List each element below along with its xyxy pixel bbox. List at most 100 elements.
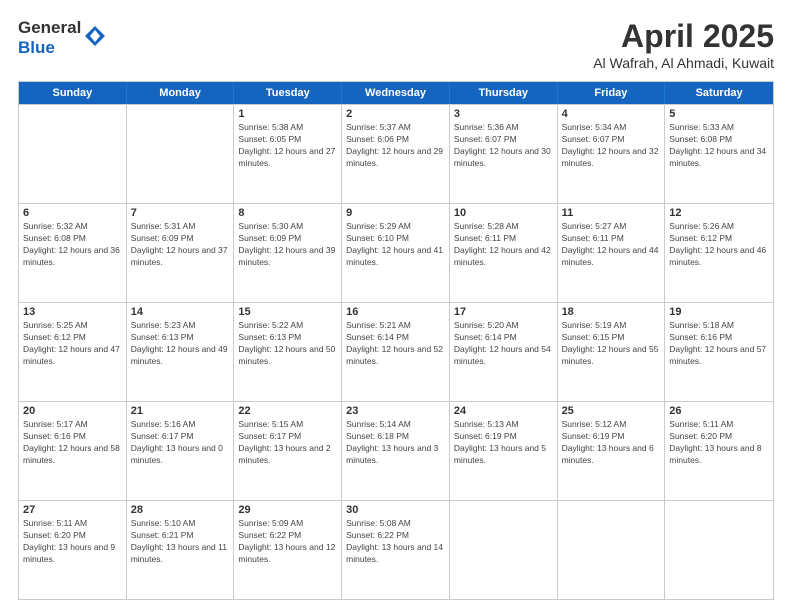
cell-day-number: 10 bbox=[454, 207, 553, 219]
calendar-cell: 10 Sunrise: 5:28 AM Sunset: 6:11 PM Dayli… bbox=[450, 204, 558, 302]
calendar-cell: 22 Sunrise: 5:15 AM Sunset: 6:17 PM Dayli… bbox=[234, 402, 342, 500]
cell-day-number: 22 bbox=[238, 405, 337, 417]
calendar-cell bbox=[665, 501, 773, 599]
calendar-cell: 18Sunrise: 5:19 AM Sunset: 6:15 PM Dayli… bbox=[558, 303, 666, 401]
calendar-cell: 12 Sunrise: 5:26 AM Sunset: 6:12 PM Dayli… bbox=[665, 204, 773, 302]
cell-day-number: 13 bbox=[23, 306, 122, 318]
calendar-cell bbox=[450, 501, 558, 599]
cell-info: Sunrise: 5:31 AM Sunset: 6:09 PM Dayligh… bbox=[131, 221, 230, 269]
cell-day-number: 6 bbox=[23, 207, 122, 219]
calendar-row-1: 1 Sunrise: 5:38 AM Sunset: 6:05 PM Daylig… bbox=[19, 104, 773, 203]
cell-info: Sunrise: 5:21 AM Sunset: 6:14 PM Dayligh… bbox=[346, 320, 445, 368]
cell-day-number: 9 bbox=[346, 207, 445, 219]
cell-info: Sunrise: 5:34 AM Sunset: 6:07 PM Dayligh… bbox=[562, 122, 661, 170]
calendar-cell: 1 Sunrise: 5:38 AM Sunset: 6:05 PM Daylig… bbox=[234, 105, 342, 203]
calendar-subtitle: Al Wafrah, Al Ahmadi, Kuwait bbox=[593, 55, 774, 71]
calendar-cell: 9 Sunrise: 5:29 AM Sunset: 6:10 PM Daylig… bbox=[342, 204, 450, 302]
calendar-cell: 3 Sunrise: 5:36 AM Sunset: 6:07 PM Daylig… bbox=[450, 105, 558, 203]
cell-info: Sunrise: 5:27 AM Sunset: 6:11 PM Dayligh… bbox=[562, 221, 661, 269]
cell-day-number: 29 bbox=[238, 504, 337, 516]
cell-day-number: 24 bbox=[454, 405, 553, 417]
calendar-cell: 5 Sunrise: 5:33 AM Sunset: 6:08 PM Daylig… bbox=[665, 105, 773, 203]
header-cell-friday: Friday bbox=[558, 82, 666, 104]
cell-info: Sunrise: 5:15 AM Sunset: 6:17 PM Dayligh… bbox=[238, 419, 337, 467]
cell-day-number: 23 bbox=[346, 405, 445, 417]
cell-day-number: 11 bbox=[562, 207, 661, 219]
calendar-row-3: 13 Sunrise: 5:25 AM Sunset: 6:12 PM Dayli… bbox=[19, 302, 773, 401]
cell-day-number: 1 bbox=[238, 108, 337, 120]
logo-general: General bbox=[18, 18, 81, 38]
calendar-cell: 19 Sunrise: 5:18 AM Sunset: 6:16 PM Dayli… bbox=[665, 303, 773, 401]
cell-info: Sunrise: 5:08 AM Sunset: 6:22 PM Dayligh… bbox=[346, 518, 445, 566]
cell-info: Sunrise: 5:37 AM Sunset: 6:06 PM Dayligh… bbox=[346, 122, 445, 170]
calendar-row-2: 6 Sunrise: 5:32 AM Sunset: 6:08 PM Daylig… bbox=[19, 203, 773, 302]
cell-day-number: 7 bbox=[131, 207, 230, 219]
cell-day-number: 17 bbox=[454, 306, 553, 318]
header-cell-sunday: Sunday bbox=[19, 82, 127, 104]
cell-info: Sunrise: 5:26 AM Sunset: 6:12 PM Dayligh… bbox=[669, 221, 769, 269]
header-cell-tuesday: Tuesday bbox=[234, 82, 342, 104]
cell-info: Sunrise: 5:16 AM Sunset: 6:17 PM Dayligh… bbox=[131, 419, 230, 467]
header-cell-thursday: Thursday bbox=[450, 82, 558, 104]
calendar-cell: 25 Sunrise: 5:12 AM Sunset: 6:19 PM Dayli… bbox=[558, 402, 666, 500]
calendar-cell: 13 Sunrise: 5:25 AM Sunset: 6:12 PM Dayli… bbox=[19, 303, 127, 401]
cell-info: Sunrise: 5:25 AM Sunset: 6:12 PM Dayligh… bbox=[23, 320, 122, 368]
cell-info: Sunrise: 5:12 AM Sunset: 6:19 PM Dayligh… bbox=[562, 419, 661, 467]
cell-info: Sunrise: 5:32 AM Sunset: 6:08 PM Dayligh… bbox=[23, 221, 122, 269]
cell-info: Sunrise: 5:09 AM Sunset: 6:22 PM Dayligh… bbox=[238, 518, 337, 566]
calendar-row-5: 27Sunrise: 5:11 AM Sunset: 6:20 PM Dayli… bbox=[19, 500, 773, 599]
calendar-header-row: SundayMondayTuesdayWednesdayThursdayFrid… bbox=[19, 82, 773, 104]
calendar-cell: 8Sunrise: 5:30 AM Sunset: 6:09 PM Daylig… bbox=[234, 204, 342, 302]
cell-day-number: 5 bbox=[669, 108, 769, 120]
cell-day-number: 25 bbox=[562, 405, 661, 417]
calendar-body: 1 Sunrise: 5:38 AM Sunset: 6:05 PM Daylig… bbox=[19, 104, 773, 599]
cell-day-number: 19 bbox=[669, 306, 769, 318]
cell-info: Sunrise: 5:22 AM Sunset: 6:13 PM Dayligh… bbox=[238, 320, 337, 368]
calendar-cell: 15 Sunrise: 5:22 AM Sunset: 6:13 PM Dayli… bbox=[234, 303, 342, 401]
cell-day-number: 28 bbox=[131, 504, 230, 516]
cell-info: Sunrise: 5:13 AM Sunset: 6:19 PM Dayligh… bbox=[454, 419, 553, 467]
cell-day-number: 2 bbox=[346, 108, 445, 120]
cell-day-number: 12 bbox=[669, 207, 769, 219]
calendar-row-4: 20Sunrise: 5:17 AM Sunset: 6:16 PM Dayli… bbox=[19, 401, 773, 500]
calendar-cell: 14Sunrise: 5:23 AM Sunset: 6:13 PM Dayli… bbox=[127, 303, 235, 401]
cell-day-number: 15 bbox=[238, 306, 337, 318]
cell-info: Sunrise: 5:38 AM Sunset: 6:05 PM Dayligh… bbox=[238, 122, 337, 170]
cell-info: Sunrise: 5:30 AM Sunset: 6:09 PM Dayligh… bbox=[238, 221, 337, 269]
calendar-cell: 4 Sunrise: 5:34 AM Sunset: 6:07 PM Daylig… bbox=[558, 105, 666, 203]
cell-info: Sunrise: 5:29 AM Sunset: 6:10 PM Dayligh… bbox=[346, 221, 445, 269]
calendar-cell: 30Sunrise: 5:08 AM Sunset: 6:22 PM Dayli… bbox=[342, 501, 450, 599]
cell-day-number: 27 bbox=[23, 504, 122, 516]
header-cell-monday: Monday bbox=[127, 82, 235, 104]
cell-info: Sunrise: 5:10 AM Sunset: 6:21 PM Dayligh… bbox=[131, 518, 230, 566]
cell-day-number: 18 bbox=[562, 306, 661, 318]
logo-blue: Blue bbox=[18, 38, 81, 58]
header-cell-saturday: Saturday bbox=[665, 82, 773, 104]
calendar-cell: 21 Sunrise: 5:16 AM Sunset: 6:17 PM Dayli… bbox=[127, 402, 235, 500]
calendar-cell: 24 Sunrise: 5:13 AM Sunset: 6:19 PM Dayli… bbox=[450, 402, 558, 500]
cell-day-number: 20 bbox=[23, 405, 122, 417]
cell-info: Sunrise: 5:33 AM Sunset: 6:08 PM Dayligh… bbox=[669, 122, 769, 170]
calendar-cell: 16 Sunrise: 5:21 AM Sunset: 6:14 PM Dayli… bbox=[342, 303, 450, 401]
cell-day-number: 4 bbox=[562, 108, 661, 120]
cell-info: Sunrise: 5:11 AM Sunset: 6:20 PM Dayligh… bbox=[669, 419, 769, 467]
calendar-cell: 7 Sunrise: 5:31 AM Sunset: 6:09 PM Daylig… bbox=[127, 204, 235, 302]
cell-day-number: 16 bbox=[346, 306, 445, 318]
logo: General Blue bbox=[18, 18, 105, 59]
calendar-cell: 6 Sunrise: 5:32 AM Sunset: 6:08 PM Daylig… bbox=[19, 204, 127, 302]
cell-info: Sunrise: 5:36 AM Sunset: 6:07 PM Dayligh… bbox=[454, 122, 553, 170]
calendar-cell: 20Sunrise: 5:17 AM Sunset: 6:16 PM Dayli… bbox=[19, 402, 127, 500]
page-header: General Blue April 2025 Al Wafrah, Al Ah… bbox=[18, 18, 774, 71]
cell-day-number: 3 bbox=[454, 108, 553, 120]
title-section: April 2025 Al Wafrah, Al Ahmadi, Kuwait bbox=[593, 18, 774, 71]
cell-day-number: 21 bbox=[131, 405, 230, 417]
cell-info: Sunrise: 5:28 AM Sunset: 6:11 PM Dayligh… bbox=[454, 221, 553, 269]
cell-info: Sunrise: 5:23 AM Sunset: 6:13 PM Dayligh… bbox=[131, 320, 230, 368]
cell-info: Sunrise: 5:20 AM Sunset: 6:14 PM Dayligh… bbox=[454, 320, 553, 368]
calendar-cell: 17 Sunrise: 5:20 AM Sunset: 6:14 PM Dayli… bbox=[450, 303, 558, 401]
calendar-cell: 27Sunrise: 5:11 AM Sunset: 6:20 PM Dayli… bbox=[19, 501, 127, 599]
cell-info: Sunrise: 5:14 AM Sunset: 6:18 PM Dayligh… bbox=[346, 419, 445, 467]
calendar: SundayMondayTuesdayWednesdayThursdayFrid… bbox=[18, 81, 774, 600]
calendar-cell: 29 Sunrise: 5:09 AM Sunset: 6:22 PM Dayli… bbox=[234, 501, 342, 599]
cell-info: Sunrise: 5:18 AM Sunset: 6:16 PM Dayligh… bbox=[669, 320, 769, 368]
